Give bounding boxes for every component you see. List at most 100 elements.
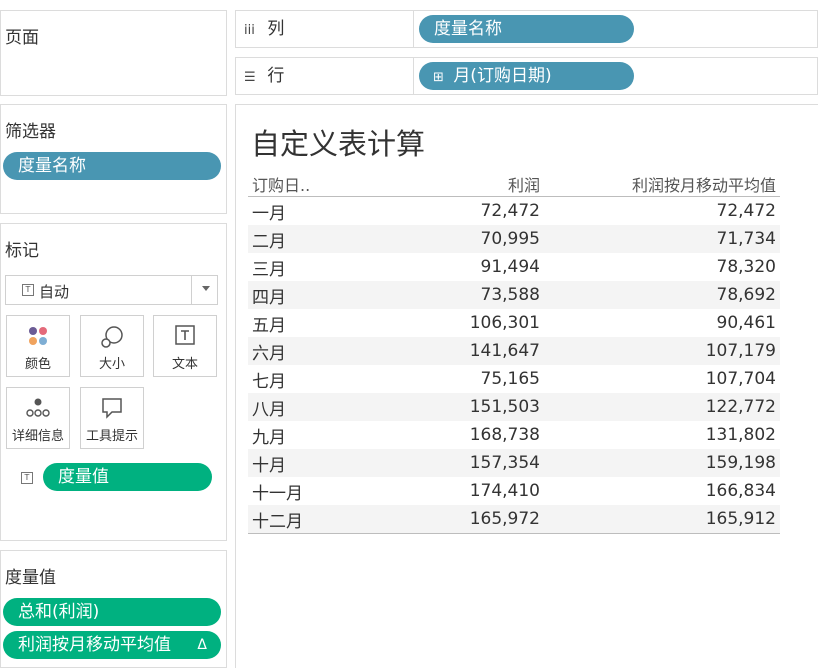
- row-header[interactable]: 十月: [248, 449, 376, 477]
- detail-button-label: 详细信息: [11, 429, 64, 444]
- row-header[interactable]: 十二月: [248, 505, 376, 534]
- row-header[interactable]: 五月: [248, 309, 376, 337]
- profit-cell[interactable]: 168,738: [376, 421, 544, 449]
- table-header-row: 订购日.. 利润 利润按月移动平均值: [248, 172, 780, 197]
- column-header-moving-average[interactable]: 利润按月移动平均值: [544, 172, 780, 197]
- row-header[interactable]: 九月: [248, 421, 376, 449]
- measure-pill-sum-profit[interactable]: 总和(利润): [3, 598, 221, 626]
- moving-average-cell[interactable]: 78,320: [544, 253, 780, 281]
- table-row: 十月 157,354 159,198: [248, 449, 780, 477]
- table-row: 四月 73,588 78,692: [248, 281, 780, 309]
- dropdown-divider: [191, 276, 192, 304]
- table-row: 三月 91,494 78,320: [248, 253, 780, 281]
- table-row: 九月 168,738 131,802: [248, 421, 780, 449]
- text-pill-measure-values[interactable]: 度量值: [43, 463, 212, 491]
- size-button[interactable]: 大小: [80, 315, 144, 377]
- size-icon: [101, 326, 123, 348]
- columns-shelf: iii 列 度量名称: [235, 10, 818, 48]
- profit-cell[interactable]: 174,410: [376, 477, 544, 505]
- measure-pill-label: 利润按月移动平均值: [18, 635, 171, 655]
- columns-pill-measure-names[interactable]: 度量名称: [419, 15, 634, 43]
- filter-pill-measure-names[interactable]: 度量名称: [3, 152, 221, 180]
- filters-card: 筛选器 度量名称: [0, 104, 227, 214]
- measure-pill-label: 总和(利润): [18, 602, 100, 622]
- rows-pill-order-month[interactable]: ⊞ 月(订购日期): [419, 62, 634, 90]
- profit-cell[interactable]: 151,503: [376, 393, 544, 421]
- columns-shelf-title: 列: [267, 19, 285, 39]
- moving-average-cell[interactable]: 71,734: [544, 225, 780, 253]
- row-header[interactable]: 八月: [248, 393, 376, 421]
- tooltip-button-label: 工具提示: [85, 429, 138, 444]
- row-header[interactable]: 六月: [248, 337, 376, 365]
- moving-average-cell[interactable]: 122,772: [544, 393, 780, 421]
- moving-average-cell[interactable]: 166,834: [544, 477, 780, 505]
- table-row: 六月 141,647 107,179: [248, 337, 780, 365]
- mark-type-value: 自动: [39, 283, 70, 301]
- tooltip-icon: [102, 398, 122, 419]
- table-row: 一月 72,472 72,472: [248, 197, 780, 226]
- chevron-down-icon[interactable]: [202, 286, 210, 291]
- profit-cell[interactable]: 106,301: [376, 309, 544, 337]
- table-row: 十一月 174,410 166,834: [248, 477, 780, 505]
- color-button[interactable]: 颜色: [6, 315, 70, 377]
- color-button-label: 颜色: [24, 357, 51, 372]
- pages-title: 页面: [5, 28, 39, 48]
- text-pill-label: 度量值: [58, 467, 109, 487]
- columns-icon: iii: [244, 23, 255, 38]
- moving-average-cell[interactable]: 90,461: [544, 309, 780, 337]
- detail-button[interactable]: 详细信息: [6, 387, 70, 449]
- table-row: 五月 106,301 90,461: [248, 309, 780, 337]
- profit-cell[interactable]: 157,354: [376, 449, 544, 477]
- row-header[interactable]: 十一月: [248, 477, 376, 505]
- crosstab-table: 订购日.. 利润 利润按月移动平均值 一月 72,472 72,472 二月 70,9…: [248, 172, 780, 534]
- rows-shelf: ☰ 行 ⊞ 月(订购日期): [235, 57, 818, 95]
- text-button[interactable]: 文本: [153, 315, 217, 377]
- moving-average-cell[interactable]: 131,802: [544, 421, 780, 449]
- tooltip-button[interactable]: 工具提示: [80, 387, 144, 449]
- table-row: 七月 75,165 107,704: [248, 365, 780, 393]
- text-icon: [175, 325, 195, 345]
- marks-title: 标记: [5, 241, 39, 261]
- row-header[interactable]: 二月: [248, 225, 376, 253]
- table-calc-delta-icon: Δ: [197, 637, 207, 653]
- table-row: 八月 151,503 122,772: [248, 393, 780, 421]
- measure-pill-moving-average[interactable]: 利润按月移动平均值 Δ: [3, 631, 221, 659]
- expand-icon[interactable]: ⊞: [433, 70, 444, 85]
- row-header[interactable]: 四月: [248, 281, 376, 309]
- column-header-order-date[interactable]: 订购日..: [248, 172, 376, 197]
- profit-cell[interactable]: 165,972: [376, 505, 544, 534]
- mark-type-select[interactable]: T 自动: [5, 275, 218, 305]
- profit-cell[interactable]: 141,647: [376, 337, 544, 365]
- rows-shelf-label: ☰ 行: [236, 58, 414, 94]
- moving-average-cell[interactable]: 165,912: [544, 505, 780, 534]
- rows-icon: ☰: [244, 70, 256, 85]
- measure-values-card: 度量值 总和(利润) 利润按月移动平均值 Δ: [0, 550, 227, 668]
- profit-cell[interactable]: 70,995: [376, 225, 544, 253]
- rows-shelf-title: 行: [267, 66, 285, 86]
- row-header[interactable]: 七月: [248, 365, 376, 393]
- sheet-title: 自定义表计算: [251, 127, 426, 161]
- color-icon: [29, 327, 47, 345]
- table-row: 十二月 165,972 165,912: [248, 505, 780, 534]
- pages-card: 页面: [0, 10, 227, 96]
- size-button-label: 大小: [98, 357, 125, 372]
- text-mark-icon: T: [22, 284, 34, 296]
- row-header[interactable]: 三月: [248, 253, 376, 281]
- profit-cell[interactable]: 75,165: [376, 365, 544, 393]
- text-button-label: 文本: [171, 357, 198, 372]
- measure-values-title: 度量值: [5, 568, 56, 588]
- moving-average-cell[interactable]: 107,704: [544, 365, 780, 393]
- columns-shelf-label: iii 列: [236, 11, 414, 47]
- moving-average-cell[interactable]: 107,179: [544, 337, 780, 365]
- row-header[interactable]: 一月: [248, 197, 376, 226]
- profit-cell[interactable]: 73,588: [376, 281, 544, 309]
- moving-average-cell[interactable]: 159,198: [544, 449, 780, 477]
- column-header-profit[interactable]: 利润: [376, 172, 544, 197]
- moving-average-cell[interactable]: 72,472: [544, 197, 780, 226]
- profit-cell[interactable]: 72,472: [376, 197, 544, 226]
- profit-cell[interactable]: 91,494: [376, 253, 544, 281]
- table-row: 二月 70,995 71,734: [248, 225, 780, 253]
- filters-title: 筛选器: [5, 122, 56, 142]
- moving-average-cell[interactable]: 78,692: [544, 281, 780, 309]
- filter-pill-label: 度量名称: [18, 156, 86, 176]
